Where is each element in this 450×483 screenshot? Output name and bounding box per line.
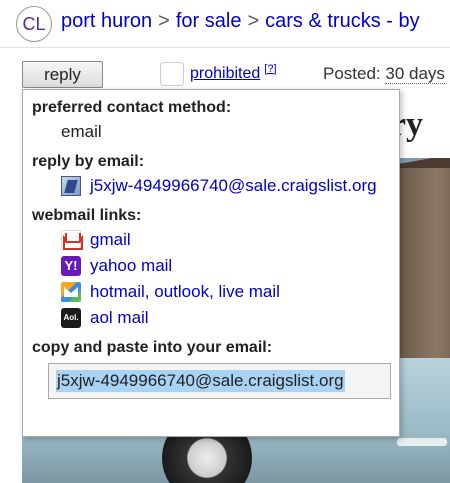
posted-label: Posted: bbox=[323, 64, 381, 83]
webmail-hotmail-row: hotmail, outlook, live mail bbox=[61, 282, 280, 302]
reply-button[interactable]: reply bbox=[22, 61, 103, 88]
reply-email-link[interactable]: j5xjw-4949966740@sale.craigslist.org bbox=[90, 176, 377, 196]
webmail-yahoo-row: Y! yahoo mail bbox=[61, 256, 172, 276]
mail-app-icon bbox=[61, 176, 81, 196]
help-link[interactable]: [?] bbox=[264, 63, 276, 75]
breadcrumb-separator: > bbox=[247, 10, 260, 32]
flag-prohibited: prohibited [?] bbox=[160, 62, 277, 86]
breadcrumb-separator: > bbox=[158, 10, 170, 32]
photo-car-trim bbox=[397, 438, 447, 446]
posted-value: 30 days bbox=[385, 64, 445, 84]
yahoo-icon: Y! bbox=[61, 256, 81, 276]
webmail-gmail-row: gmail bbox=[61, 230, 131, 250]
copy-email-selected-text[interactable]: j5xjw-4949966740@sale.craigslist.org bbox=[56, 370, 345, 392]
breadcrumb-for-sale[interactable]: for sale bbox=[176, 10, 242, 32]
prohibited-link[interactable]: prohibited bbox=[190, 65, 260, 82]
aol-icon: Aol. bbox=[61, 308, 81, 328]
posted-date: Posted: 30 days bbox=[323, 64, 445, 84]
webmail-aol-row: Aol. aol mail bbox=[61, 308, 149, 328]
webmail-hotmail-link[interactable]: hotmail, outlook, live mail bbox=[90, 282, 280, 302]
copy-paste-heading: copy and paste into your email: bbox=[32, 339, 273, 356]
reply-email-heading: reply by email: bbox=[32, 153, 145, 170]
craigslist-logo[interactable]: CL bbox=[16, 6, 52, 42]
webmail-gmail-link[interactable]: gmail bbox=[90, 230, 131, 250]
webmail-yahoo-link[interactable]: yahoo mail bbox=[90, 256, 172, 276]
reply-info-popup: preferred contact method: email reply by… bbox=[22, 89, 400, 437]
breadcrumb-cars-trucks[interactable]: cars & trucks - by bbox=[265, 10, 419, 32]
outlook-icon bbox=[61, 282, 81, 302]
breadcrumb-port-huron[interactable]: port huron bbox=[61, 10, 152, 32]
webmail-aol-link[interactable]: aol mail bbox=[90, 308, 149, 328]
contact-method-value: email bbox=[61, 122, 102, 141]
webmail-heading: webmail links: bbox=[32, 207, 142, 224]
prohibited-checkbox[interactable] bbox=[160, 62, 184, 86]
copy-email-field[interactable]: j5xjw-4949966740@sale.craigslist.org bbox=[48, 363, 391, 399]
gmail-icon bbox=[61, 230, 83, 250]
contact-method-heading: preferred contact method: bbox=[32, 99, 232, 116]
top-bar: CL port huron > for sale > cars & trucks - b… bbox=[0, 0, 450, 48]
breadcrumb: port huron > for sale > cars & trucks - by bbox=[61, 10, 420, 33]
reply-email-row: j5xjw-4949966740@sale.craigslist.org bbox=[61, 176, 377, 196]
photo-shed bbox=[397, 168, 450, 368]
